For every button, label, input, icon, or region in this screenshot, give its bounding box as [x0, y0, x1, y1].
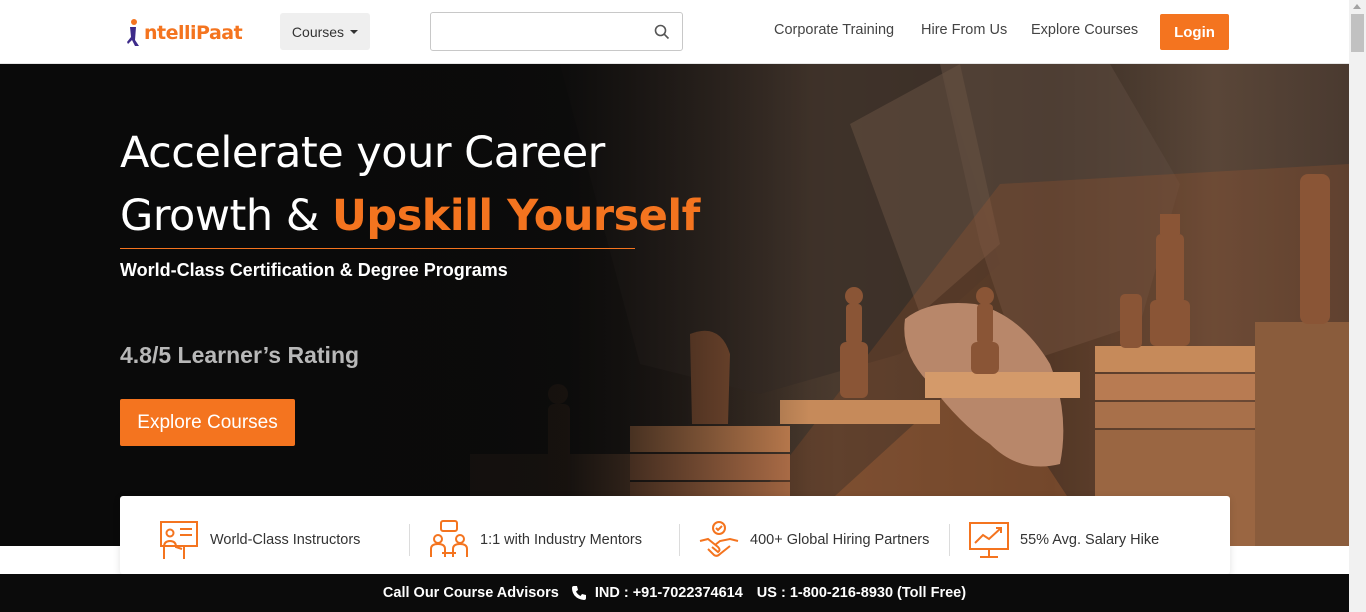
feature-label: 55% Avg. Salary Hike — [1020, 532, 1160, 548]
learner-rating: 4.8/5 Learner’s Rating — [120, 342, 360, 368]
scroll-thumb[interactable] — [1351, 14, 1364, 52]
features-strip: World-Class Instructors 1:1 with Industr… — [120, 496, 1230, 574]
instructor-icon — [160, 521, 198, 559]
divider — [409, 524, 410, 556]
feature-mentors: 1:1 with Industry Mentors — [428, 520, 642, 560]
divider — [949, 524, 950, 556]
explore-courses-button[interactable]: Explore Courses — [120, 399, 295, 446]
search-box — [430, 12, 683, 51]
nav-explore-courses[interactable]: Explore Courses — [1031, 22, 1138, 38]
logo-text: ntelliPaat — [144, 22, 243, 44]
feature-instructors: World-Class Instructors — [158, 520, 360, 560]
feature-label: 1:1 with Industry Mentors — [480, 532, 642, 548]
courses-dropdown[interactable]: Courses — [280, 13, 370, 50]
handshake-icon — [699, 521, 739, 557]
us-phone[interactable]: US : 1-800-216-8930 (Toll Free) — [757, 585, 966, 601]
feature-label: World-Class Instructors — [210, 532, 361, 548]
site-header: ntelliPaat Courses Corporate Training Hi… — [0, 0, 1349, 64]
search-icon[interactable] — [654, 24, 670, 40]
hero-title-line2: Growth & Upskill Yourself — [120, 185, 700, 248]
call-advisors-bar: Call Our Course Advisors IND : +91-70223… — [0, 574, 1349, 612]
phone-icon — [571, 586, 586, 600]
call-advisors-label: Call Our Course Advisors — [382, 585, 559, 601]
courses-label: Courses — [291, 23, 345, 40]
hero-title-line1: Accelerate your Career — [120, 128, 605, 178]
hero-divider — [120, 248, 635, 249]
intellipaat-logo[interactable]: ntelliPaat — [126, 14, 243, 52]
divider — [679, 524, 680, 556]
hero-banner: Accelerate your Career Growth & Upskill … — [0, 64, 1349, 546]
scroll-up-arrow-icon[interactable] — [1353, 4, 1361, 9]
feature-salary-hike: 55% Avg. Salary Hike — [968, 520, 1159, 560]
login-button[interactable]: Login — [1160, 14, 1229, 50]
nav-hire-from-us[interactable]: Hire From Us — [921, 22, 1007, 38]
search-input[interactable] — [439, 13, 643, 48]
feature-hiring-partners: 400+ Global Hiring Partners — [698, 520, 929, 560]
vertical-scrollbar[interactable] — [1349, 0, 1366, 612]
hero-title: Accelerate your Career Growth & Upskill … — [120, 122, 700, 248]
nav-corporate-training[interactable]: Corporate Training — [774, 22, 894, 38]
hero-title-plain: Growth & — [120, 191, 333, 241]
india-phone[interactable]: IND : +91-7022374614 — [595, 585, 743, 601]
feature-label: 400+ Global Hiring Partners — [750, 532, 930, 548]
caret-down-icon — [350, 29, 359, 34]
mentor-icon — [430, 520, 468, 557]
salary-chart-icon — [969, 522, 1009, 558]
hero-subtitle: World-Class Certification & Degree Progr… — [120, 260, 508, 280]
logo-figure-icon — [127, 19, 139, 46]
hero-title-accent: Upskill Yourself — [332, 191, 700, 241]
